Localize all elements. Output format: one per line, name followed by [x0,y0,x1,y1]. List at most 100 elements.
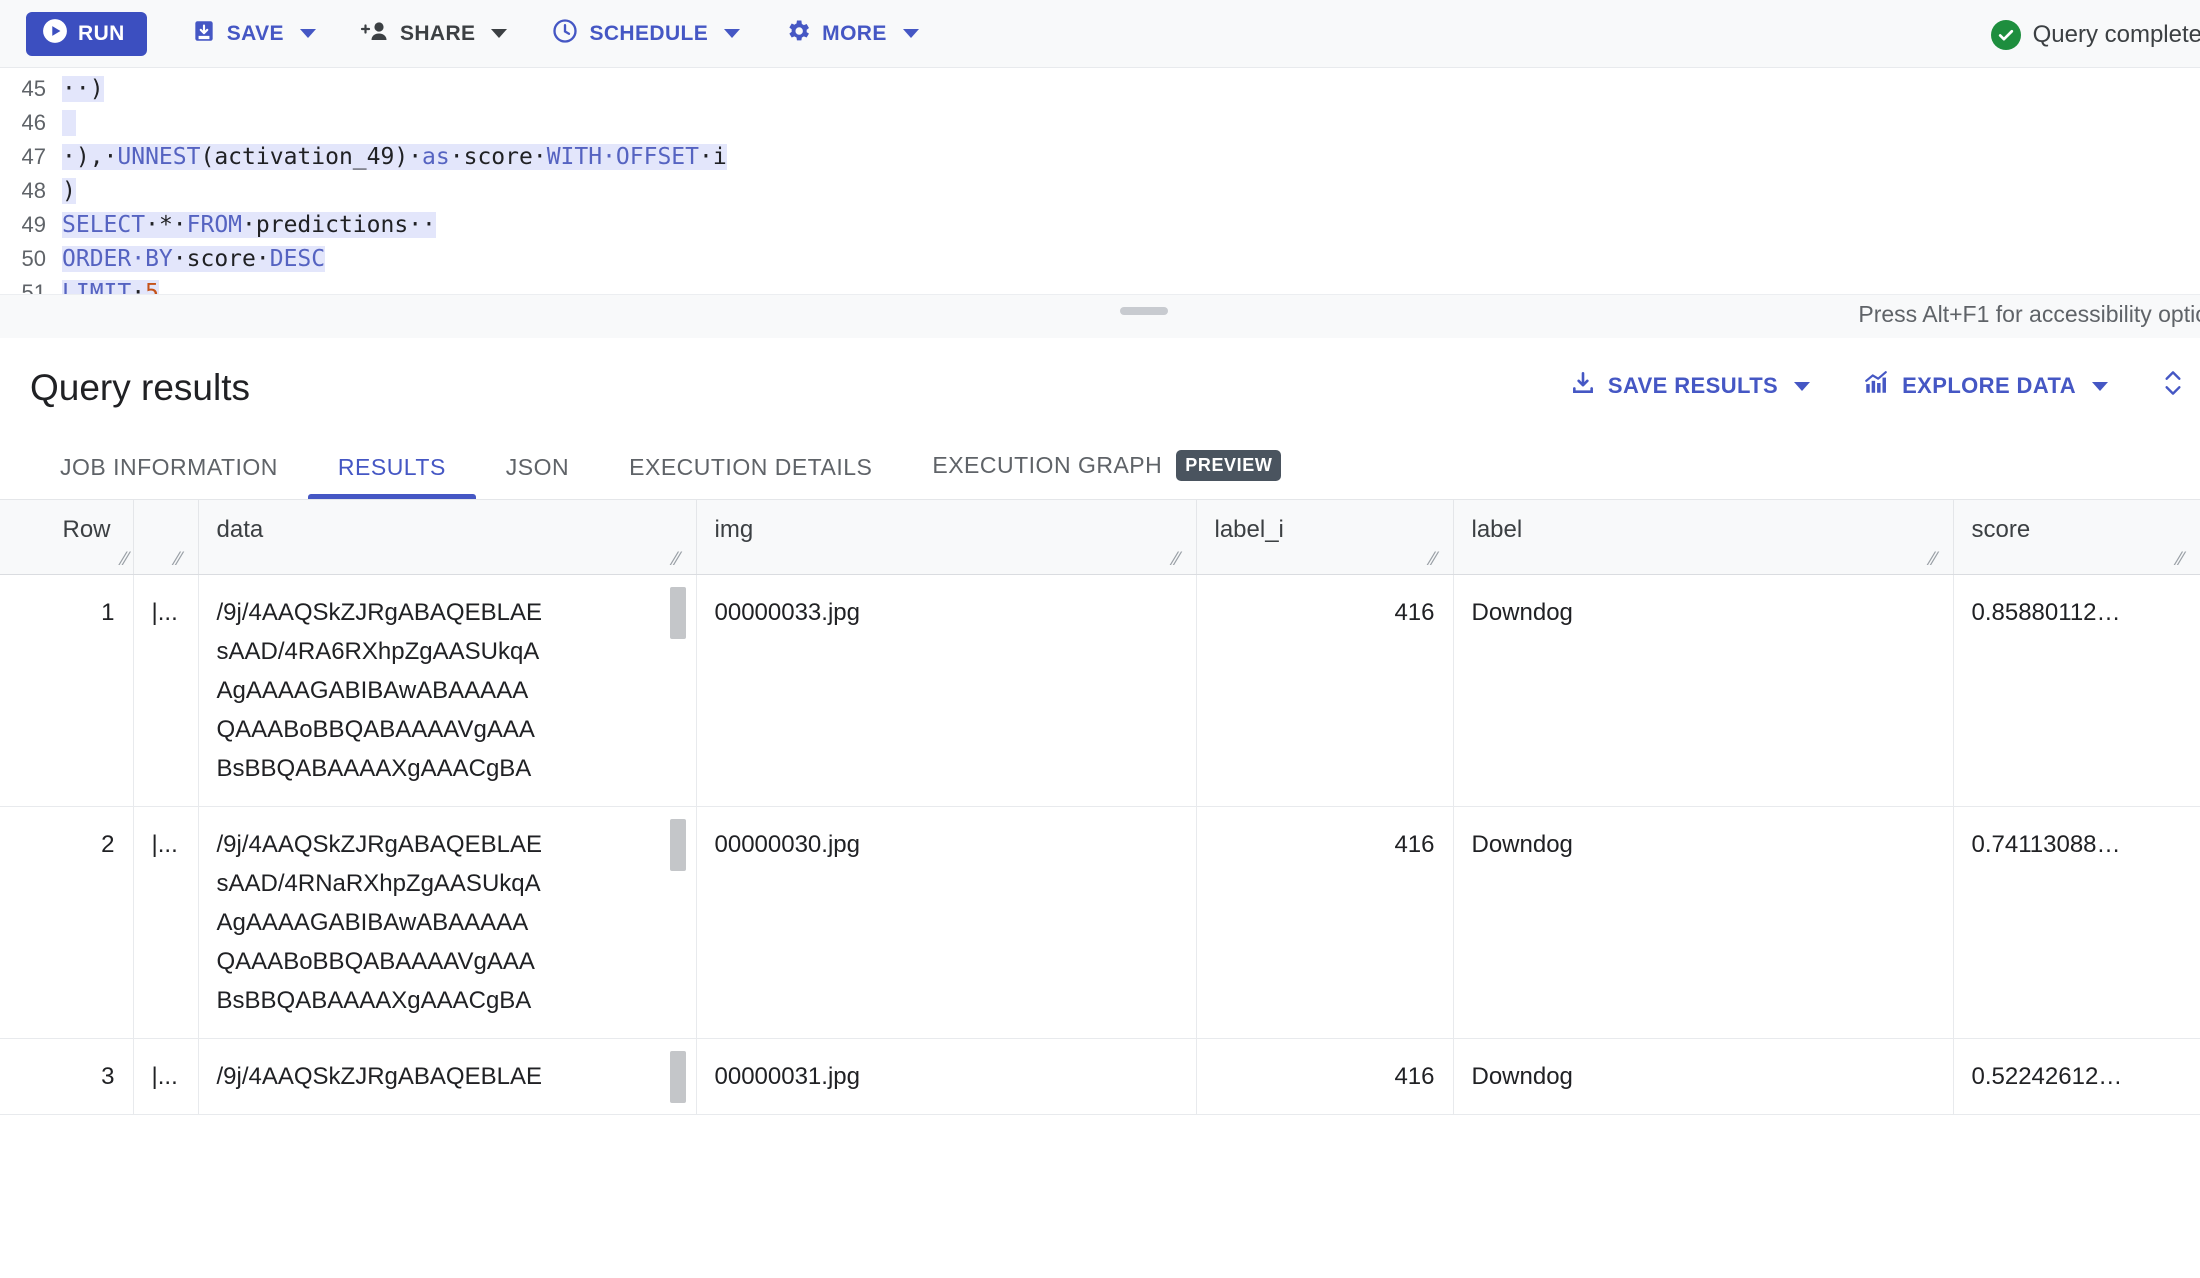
code-text[interactable]: SELECT·*·FROM·predictions·· [62,212,436,238]
code-token: WITH·OFFSET [547,144,699,170]
cell-score[interactable]: 0.74113088… [1953,806,2200,1038]
tab-execution-graph[interactable]: EXECUTION GRAPHPREVIEW [902,450,1311,499]
column-header-data[interactable]: data ⁄⁄ [198,500,696,574]
cell-row-number[interactable]: 1 [0,574,133,806]
cell-row-number[interactable]: 2 [0,806,133,1038]
code-line[interactable]: 46 [0,106,2200,140]
table-header-row: Row ⁄⁄ ⁄⁄ data ⁄⁄ img ⁄⁄ label_i ⁄⁄ [0,500,2200,574]
column-resize-handle[interactable]: ⁄⁄ [176,552,194,570]
column-header-row-label: Row [62,516,110,543]
cell-score[interactable]: 0.52242612… [1953,1038,2200,1114]
more-button[interactable]: MORE [784,17,919,51]
cell-label[interactable]: Downdog [1453,574,1953,806]
column-header-label-i[interactable]: label_i ⁄⁄ [1196,500,1453,574]
code-token: (activation_49)· [200,144,422,170]
code-lines[interactable]: 45··)46 47·),·UNNEST(activation_49)·as·s… [0,72,2200,310]
column-header-blank[interactable]: ⁄⁄ [133,500,198,574]
column-header-label[interactable]: label ⁄⁄ [1453,500,1953,574]
query-toolbar: RUN SAVE SHARE [0,0,2200,68]
code-text[interactable] [62,110,76,136]
editor-resize-handle[interactable] [1120,307,1168,315]
data-text-line: AgAAAAGABIBAwABAAAAA [217,671,678,710]
code-text[interactable]: ··) [62,76,104,102]
code-text[interactable]: ·),·UNNEST(activation_49)·as·score·WITH·… [62,144,727,170]
code-token: ·i [699,144,727,170]
table-row[interactable]: 1|.../9j/4AAQSkZJRgABAQEBLAEsAAD/4RA6RXh… [0,574,2200,806]
schedule-button-label: SCHEDULE [589,22,708,46]
check-circle-icon [1991,20,2021,50]
column-header-score[interactable]: score ⁄⁄ [1953,500,2200,574]
code-line[interactable]: 47·),·UNNEST(activation_49)·as·score·WIT… [0,140,2200,174]
save-results-label: SAVE RESULTS [1608,373,1778,399]
data-text-line: AgAAAAGABIBAwABAAAAA [217,903,678,942]
tab-results[interactable]: RESULTS [308,454,476,499]
column-resize-handle[interactable]: ⁄⁄ [111,552,129,570]
code-line[interactable]: 50ORDER·BY·score·DESC [0,242,2200,276]
code-token: UNNEST [117,144,200,170]
line-number: 45 [0,76,62,102]
cell-label-i[interactable]: 416 [1196,574,1453,806]
column-resize-handle[interactable]: ⁄⁄ [1931,552,1949,570]
cell-score[interactable]: 0.85880112… [1953,574,2200,806]
cell-scrollbar[interactable] [670,587,686,639]
cell-img[interactable]: 00000031.jpg [696,1038,1196,1114]
code-line[interactable]: 45··) [0,72,2200,106]
cell-scrollbar[interactable] [670,819,686,871]
cell-label[interactable]: Downdog [1453,1038,1953,1114]
share-button[interactable]: SHARE [360,18,508,50]
expand-collapse-button[interactable] [2160,366,2186,406]
line-number: 47 [0,144,62,170]
data-text-line: /9j/4AAQSkZJRgABAQEBLAE [217,1057,678,1096]
cell-label-i[interactable]: 416 [1196,1038,1453,1114]
code-token: ·score· [450,144,547,170]
cell-img[interactable]: 00000033.jpg [696,574,1196,806]
code-text[interactable]: ORDER·BY·score·DESC [62,246,325,272]
column-resize-handle[interactable]: ⁄⁄ [1431,552,1449,570]
cell-img[interactable]: 00000030.jpg [696,806,1196,1038]
table-row[interactable]: 3|... /9j/4AAQSkZJRgABAQEBLAE 00000031.jpg… [0,1038,2200,1114]
sql-editor[interactable]: 45··)46 47·),·UNNEST(activation_49)·as·s… [0,68,2200,338]
code-token: FROM [187,212,242,238]
code-token [62,110,76,136]
code-token: as [422,144,450,170]
tab-job-information[interactable]: JOB INFORMATION [30,454,308,499]
tab-json[interactable]: JSON [476,454,599,499]
data-text-line: sAAD/4RNaRXhpZgAASUkqA [217,864,678,903]
data-text-line: sAAD/4RA6RXhpZgAASUkqA [217,632,678,671]
cell-data[interactable]: /9j/4AAQSkZJRgABAQEBLAEsAAD/4RNaRXhpZgAA… [198,806,696,1038]
column-resize-handle[interactable]: ⁄⁄ [2178,552,2196,570]
explore-data-button[interactable]: EXPLORE DATA [1862,370,2108,402]
code-token: ORDER·BY [62,246,173,272]
run-button[interactable]: RUN [26,12,147,56]
data-text-line: QAAABoBBQABAAAAVgAAA [217,942,678,981]
cell-expand-dots[interactable]: |... [133,574,198,806]
column-header-img[interactable]: img ⁄⁄ [696,500,1196,574]
cell-expand-dots[interactable]: |... [133,806,198,1038]
cell-label-i[interactable]: 416 [1196,806,1453,1038]
table-row[interactable]: 2|.../9j/4AAQSkZJRgABAQEBLAEsAAD/4RNaRXh… [0,806,2200,1038]
cell-row-number[interactable]: 3 [0,1038,133,1114]
results-table-wrapper[interactable]: Row ⁄⁄ ⁄⁄ data ⁄⁄ img ⁄⁄ label_i ⁄⁄ [0,500,2200,1190]
code-token: SELECT [62,212,145,238]
code-line[interactable]: 49SELECT·*·FROM·predictions·· [0,208,2200,242]
clock-icon [551,17,579,51]
save-results-button[interactable]: SAVE RESULTS [1570,370,1810,402]
code-token: ·predictions·· [242,212,436,238]
column-resize-handle[interactable]: ⁄⁄ [1174,552,1192,570]
cell-data[interactable]: /9j/4AAQSkZJRgABAQEBLAE [198,1038,696,1114]
data-text-line: /9j/4AAQSkZJRgABAQEBLAE [217,593,678,632]
code-line[interactable]: 48) [0,174,2200,208]
schedule-button[interactable]: SCHEDULE [551,17,740,51]
results-tabs[interactable]: JOB INFORMATIONRESULTSJSONEXECUTION DETA… [0,438,2200,500]
column-resize-handle[interactable]: ⁄⁄ [674,552,692,570]
query-results-header: Query results SAVE RESULTS [0,338,2200,438]
save-button[interactable]: SAVE [191,18,316,50]
code-text[interactable]: ) [62,178,76,204]
cell-scrollbar[interactable] [670,1051,686,1103]
cell-data[interactable]: /9j/4AAQSkZJRgABAQEBLAEsAAD/4RA6RXhpZgAA… [198,574,696,806]
column-header-row[interactable]: Row ⁄⁄ [0,500,133,574]
cell-expand-dots[interactable]: |... [133,1038,198,1114]
tab-execution-details[interactable]: EXECUTION DETAILS [599,454,902,499]
cell-label[interactable]: Downdog [1453,806,1953,1038]
chevron-down-icon [1794,382,1810,391]
